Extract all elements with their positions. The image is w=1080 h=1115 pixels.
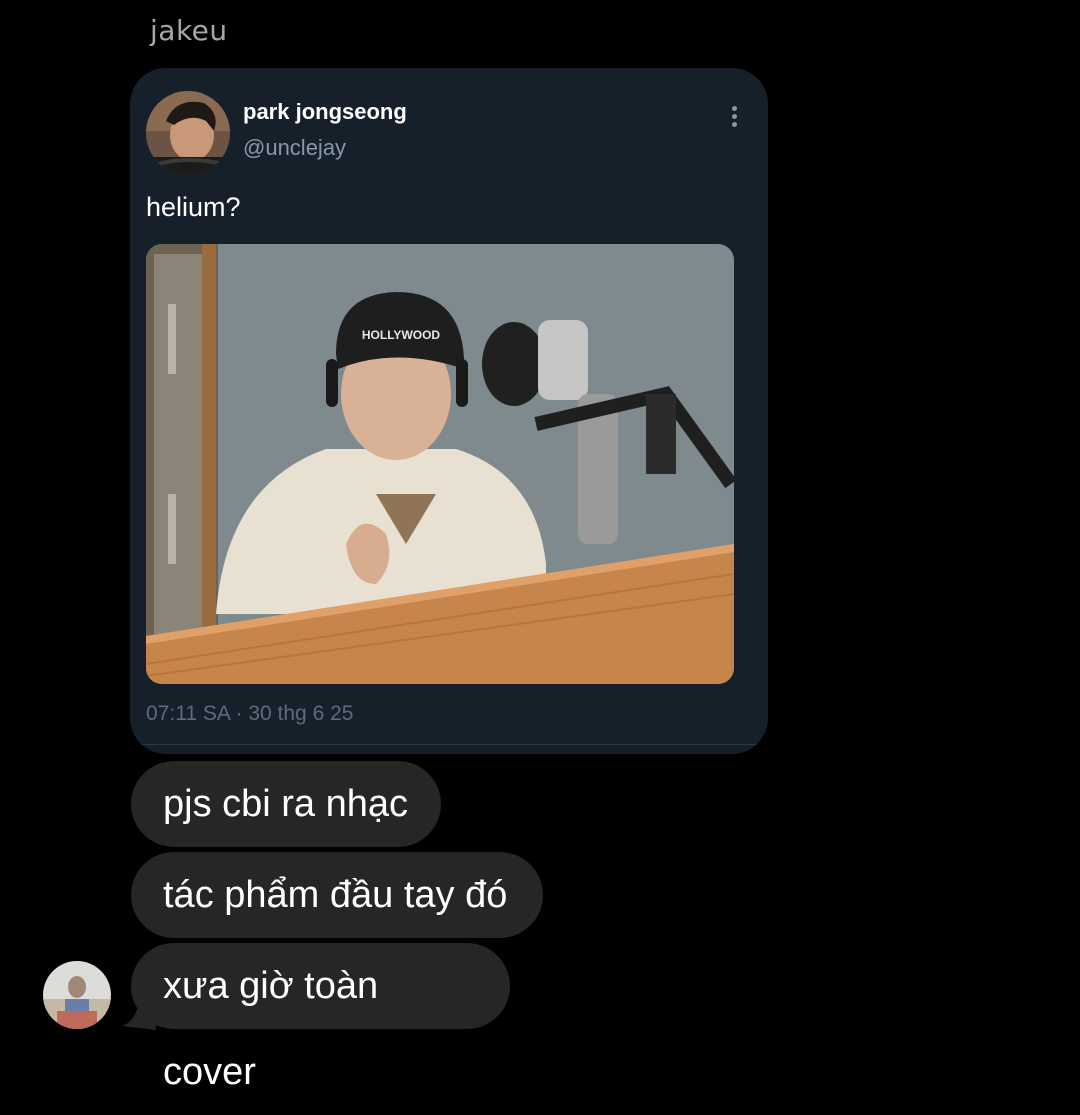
tweet-author-avatar[interactable] bbox=[146, 91, 230, 175]
message-text: tác phẩm đầu tay đó bbox=[163, 874, 508, 916]
tweet-author-handle[interactable]: @unclejay bbox=[243, 135, 346, 161]
more-vertical-icon[interactable] bbox=[726, 106, 742, 134]
tweet-author-name[interactable]: park jongseong bbox=[243, 99, 407, 125]
message-bubble[interactable]: xưa giờ toàn cover bbox=[131, 943, 510, 1093]
bubble-tail bbox=[122, 996, 156, 1030]
message-bubble[interactable]: tác phẩm đầu tay đó bbox=[131, 852, 543, 938]
tweet-text: helium? bbox=[146, 192, 241, 222]
sender-name: jakeu bbox=[150, 14, 228, 47]
message-text: xưa giờ toàn cover bbox=[163, 965, 379, 1093]
cap-logo-text: HOLLYWOOD bbox=[362, 328, 441, 342]
tweet-photo[interactable]: HOLLYWOOD bbox=[146, 244, 734, 684]
sender-avatar[interactable] bbox=[43, 961, 111, 1029]
tweet-timestamp: 07:11 SA · 30 thg 6 25 bbox=[146, 702, 354, 725]
tweet-divider bbox=[130, 744, 768, 745]
message-text: pjs cbi ra nhạc bbox=[163, 783, 409, 825]
shared-tweet-card[interactable]: park jongseong @unclejay helium? HOLLYWO… bbox=[130, 68, 768, 754]
message-bubble[interactable]: pjs cbi ra nhạc bbox=[131, 761, 441, 847]
